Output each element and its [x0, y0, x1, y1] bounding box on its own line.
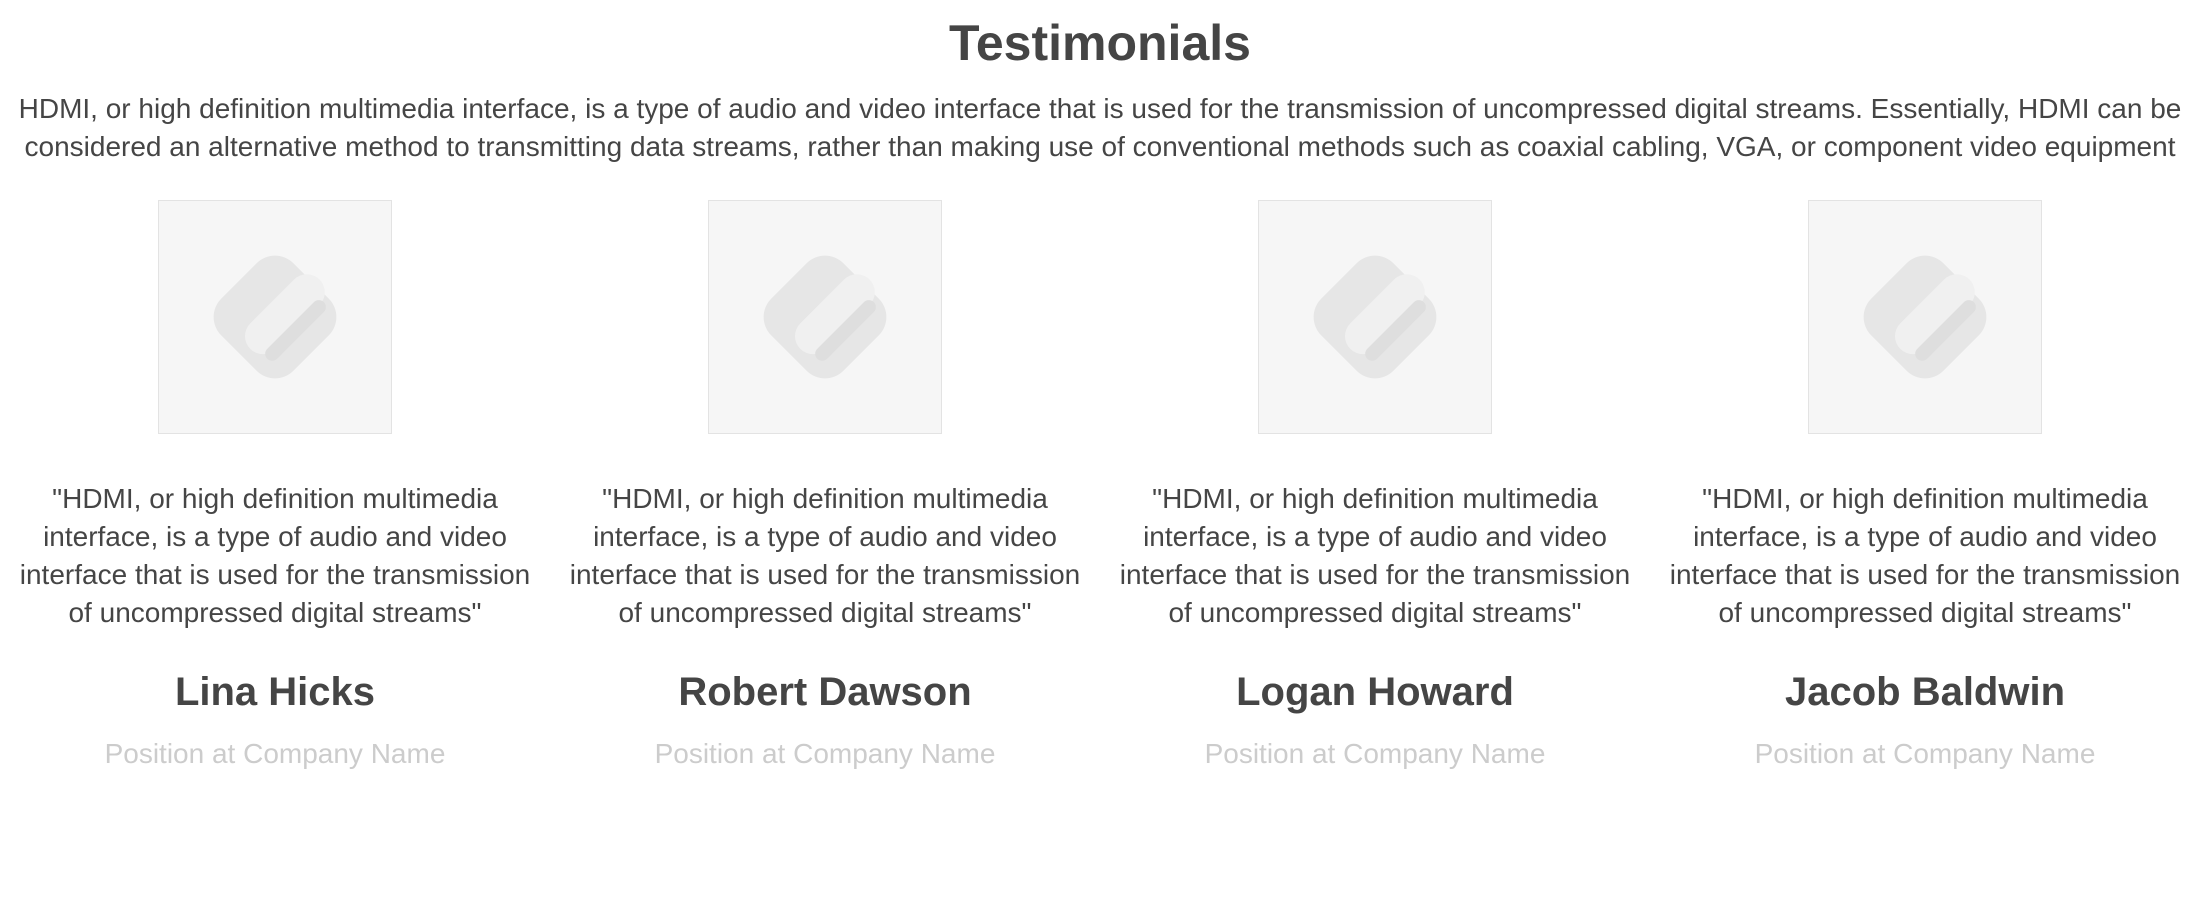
section-intro: HDMI, or high definition multimedia inte… — [18, 93, 2182, 162]
avatar — [1258, 200, 1492, 434]
testimonial-quote: "HDMI, or high definition multimedia int… — [569, 483, 1081, 628]
testimonial-card: "HDMI, or high definition multimedia int… — [1650, 200, 2200, 772]
avatar — [158, 200, 392, 434]
avatar — [1808, 200, 2042, 434]
avatar — [708, 200, 942, 434]
testimonial-name: Jacob Baldwin — [1784, 670, 2066, 714]
image-placeholder-icon — [763, 255, 887, 379]
section-title: Testimonials — [949, 15, 1251, 71]
testimonial-position: Position at Company Name — [1204, 738, 1546, 769]
testimonials-section: Testimonials HDMI, or high definition mu… — [0, 0, 2200, 900]
image-placeholder-icon — [1313, 255, 1437, 379]
image-placeholder-icon — [213, 255, 337, 379]
testimonial-card: "HDMI, or high definition multimedia int… — [0, 200, 550, 772]
testimonial-card: "HDMI, or high definition multimedia int… — [1100, 200, 1650, 772]
testimonial-quote: "HDMI, or high definition multimedia int… — [19, 483, 531, 628]
testimonial-quote: "HDMI, or high definition multimedia int… — [1669, 483, 2181, 628]
testimonial-name: Robert Dawson — [678, 670, 972, 714]
testimonial-name: Lina Hicks — [174, 670, 376, 714]
testimonial-list: "HDMI, or high definition multimedia int… — [0, 200, 2200, 772]
testimonial-name: Logan Howard — [1236, 670, 1514, 714]
testimonial-position: Position at Company Name — [1754, 738, 2096, 769]
testimonial-position: Position at Company Name — [654, 738, 996, 769]
testimonial-quote: "HDMI, or high definition multimedia int… — [1119, 483, 1631, 628]
image-placeholder-icon — [1863, 255, 1987, 379]
testimonial-card: "HDMI, or high definition multimedia int… — [550, 200, 1100, 772]
testimonial-position: Position at Company Name — [104, 738, 446, 769]
